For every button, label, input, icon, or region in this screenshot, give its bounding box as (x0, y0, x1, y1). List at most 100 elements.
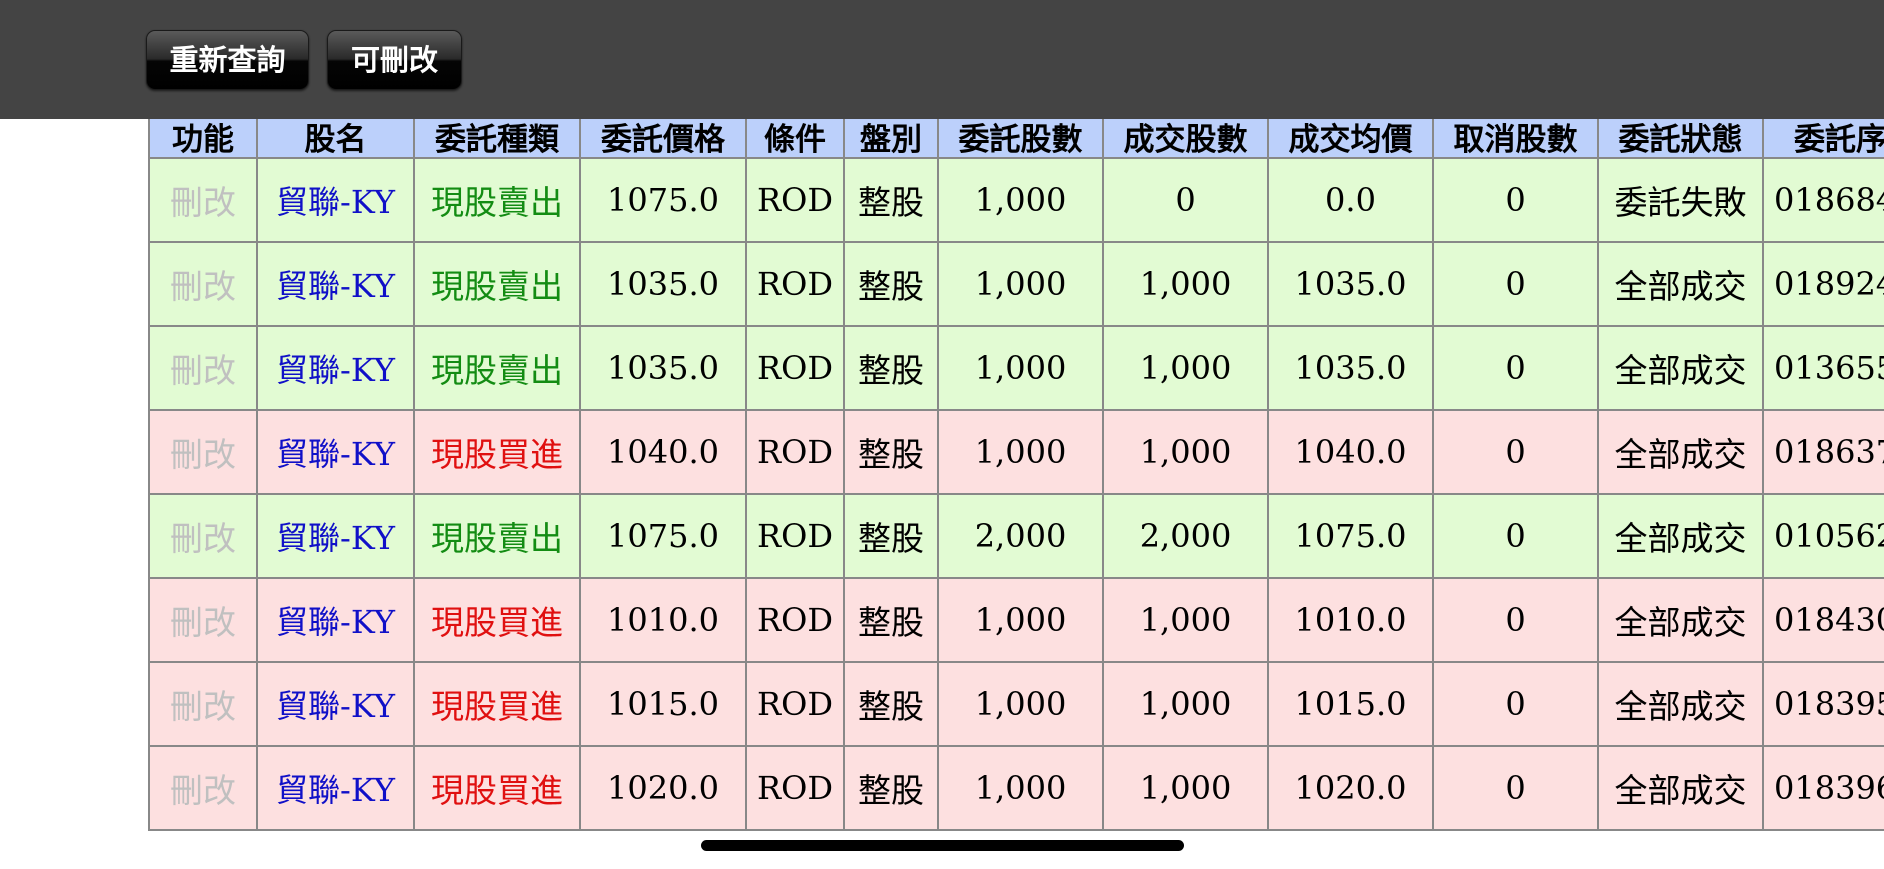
orders-table-container: 功能 股名 委託種類 委託價格 條件 盤別 委託股數 成交股數 成交均價 取消股… (148, 92, 1884, 831)
stock-name: 貿聯-KY (256, 661, 415, 747)
order-serial: 010562 (1762, 493, 1884, 579)
cancel-qty: 0 (1432, 577, 1599, 663)
order-type: 現股賣出 (413, 241, 581, 327)
avg-price: 1035.0 (1267, 325, 1434, 411)
order-status: 全部成交 (1597, 493, 1764, 579)
cancel-qty: 0 (1432, 661, 1599, 747)
order-session: 整股 (843, 577, 939, 663)
order-serial: 018396 (1762, 745, 1884, 831)
order-status: 委託失敗 (1597, 157, 1764, 243)
table-row: 刪改 貿聯-KY 現股賣出 1075.0 ROD 整股 1,000 0 0.0 … (148, 157, 1884, 243)
order-price: 1035.0 (579, 241, 747, 327)
cancel-qty: 0 (1432, 493, 1599, 579)
stock-name: 貿聯-KY (256, 157, 415, 243)
order-serial: 018395 (1762, 661, 1884, 747)
order-status: 全部成交 (1597, 577, 1764, 663)
table-row: 刪改 貿聯-KY 現股買進 1020.0 ROD 整股 1,000 1,000 … (148, 745, 1884, 831)
order-price: 1020.0 (579, 745, 747, 831)
avg-price: 1015.0 (1267, 661, 1434, 747)
order-session: 整股 (843, 745, 939, 831)
cancel-qty: 0 (1432, 745, 1599, 831)
cancel-qty: 0 (1432, 409, 1599, 495)
order-qty: 1,000 (937, 577, 1104, 663)
edit-delete-link: 刪改 (148, 241, 258, 327)
order-serial: 018430 (1762, 577, 1884, 663)
order-serial: 018924 (1762, 241, 1884, 327)
order-session: 整股 (843, 241, 939, 327)
order-price: 1010.0 (579, 577, 747, 663)
table-row: 刪改 貿聯-KY 現股賣出 1075.0 ROD 整股 2,000 2,000 … (148, 493, 1884, 579)
order-status: 全部成交 (1597, 409, 1764, 495)
order-price: 1015.0 (579, 661, 747, 747)
avg-price: 1010.0 (1267, 577, 1434, 663)
order-serial: 013655 (1762, 325, 1884, 411)
edit-delete-link: 刪改 (148, 661, 258, 747)
order-qty: 2,000 (937, 493, 1104, 579)
edit-delete-link: 刪改 (148, 409, 258, 495)
filled-qty: 1,000 (1102, 409, 1269, 495)
table-row: 刪改 貿聯-KY 現股買進 1010.0 ROD 整股 1,000 1,000 … (148, 577, 1884, 663)
order-condition: ROD (745, 745, 845, 831)
editable-filter-button[interactable]: 可刪改 (327, 30, 462, 90)
stock-name: 貿聯-KY (256, 493, 415, 579)
order-condition: ROD (745, 409, 845, 495)
order-status: 全部成交 (1597, 241, 1764, 327)
edit-delete-link: 刪改 (148, 745, 258, 831)
avg-price: 1075.0 (1267, 493, 1434, 579)
order-type: 現股賣出 (413, 325, 581, 411)
stock-name: 貿聯-KY (256, 241, 415, 327)
avg-price: 0.0 (1267, 157, 1434, 243)
cancel-qty: 0 (1432, 157, 1599, 243)
filled-qty: 1,000 (1102, 325, 1269, 411)
table-row: 刪改 貿聯-KY 現股買進 1015.0 ROD 整股 1,000 1,000 … (148, 661, 1884, 747)
order-type: 現股賣出 (413, 157, 581, 243)
order-price: 1075.0 (579, 157, 747, 243)
order-status: 全部成交 (1597, 661, 1764, 747)
edit-delete-link: 刪改 (148, 493, 258, 579)
order-price: 1075.0 (579, 493, 747, 579)
order-price: 1040.0 (579, 409, 747, 495)
stock-name: 貿聯-KY (256, 745, 415, 831)
order-condition: ROD (745, 241, 845, 327)
order-qty: 1,000 (937, 409, 1104, 495)
order-condition: ROD (745, 577, 845, 663)
edit-delete-link: 刪改 (148, 157, 258, 243)
order-condition: ROD (745, 661, 845, 747)
stock-name: 貿聯-KY (256, 325, 415, 411)
filled-qty: 1,000 (1102, 661, 1269, 747)
edit-delete-link: 刪改 (148, 577, 258, 663)
orders-table: 功能 股名 委託種類 委託價格 條件 盤別 委託股數 成交股數 成交均價 取消股… (148, 92, 1884, 831)
order-status: 全部成交 (1597, 325, 1764, 411)
top-toolbar: 重新查詢 可刪改 (0, 0, 1884, 119)
requery-button[interactable]: 重新查詢 (146, 30, 309, 90)
order-condition: ROD (745, 325, 845, 411)
order-session: 整股 (843, 409, 939, 495)
order-price: 1035.0 (579, 325, 747, 411)
edit-delete-link: 刪改 (148, 325, 258, 411)
order-type: 現股賣出 (413, 493, 581, 579)
avg-price: 1020.0 (1267, 745, 1434, 831)
table-row: 刪改 貿聯-KY 現股賣出 1035.0 ROD 整股 1,000 1,000 … (148, 325, 1884, 411)
avg-price: 1040.0 (1267, 409, 1434, 495)
order-qty: 1,000 (937, 241, 1104, 327)
cancel-qty: 0 (1432, 325, 1599, 411)
order-condition: ROD (745, 493, 845, 579)
filled-qty: 2,000 (1102, 493, 1269, 579)
filled-qty: 1,000 (1102, 577, 1269, 663)
order-serial: 018684 (1762, 157, 1884, 243)
order-status: 全部成交 (1597, 745, 1764, 831)
table-row: 刪改 貿聯-KY 現股賣出 1035.0 ROD 整股 1,000 1,000 … (148, 241, 1884, 327)
table-row: 刪改 貿聯-KY 現股買進 1040.0 ROD 整股 1,000 1,000 … (148, 409, 1884, 495)
stock-name: 貿聯-KY (256, 409, 415, 495)
order-session: 整股 (843, 493, 939, 579)
order-condition: ROD (745, 157, 845, 243)
order-type: 現股買進 (413, 409, 581, 495)
order-session: 整股 (843, 157, 939, 243)
avg-price: 1035.0 (1267, 241, 1434, 327)
order-qty: 1,000 (937, 661, 1104, 747)
order-session: 整股 (843, 661, 939, 747)
filled-qty: 1,000 (1102, 745, 1269, 831)
order-type: 現股買進 (413, 661, 581, 747)
order-qty: 1,000 (937, 157, 1104, 243)
order-qty: 1,000 (937, 325, 1104, 411)
